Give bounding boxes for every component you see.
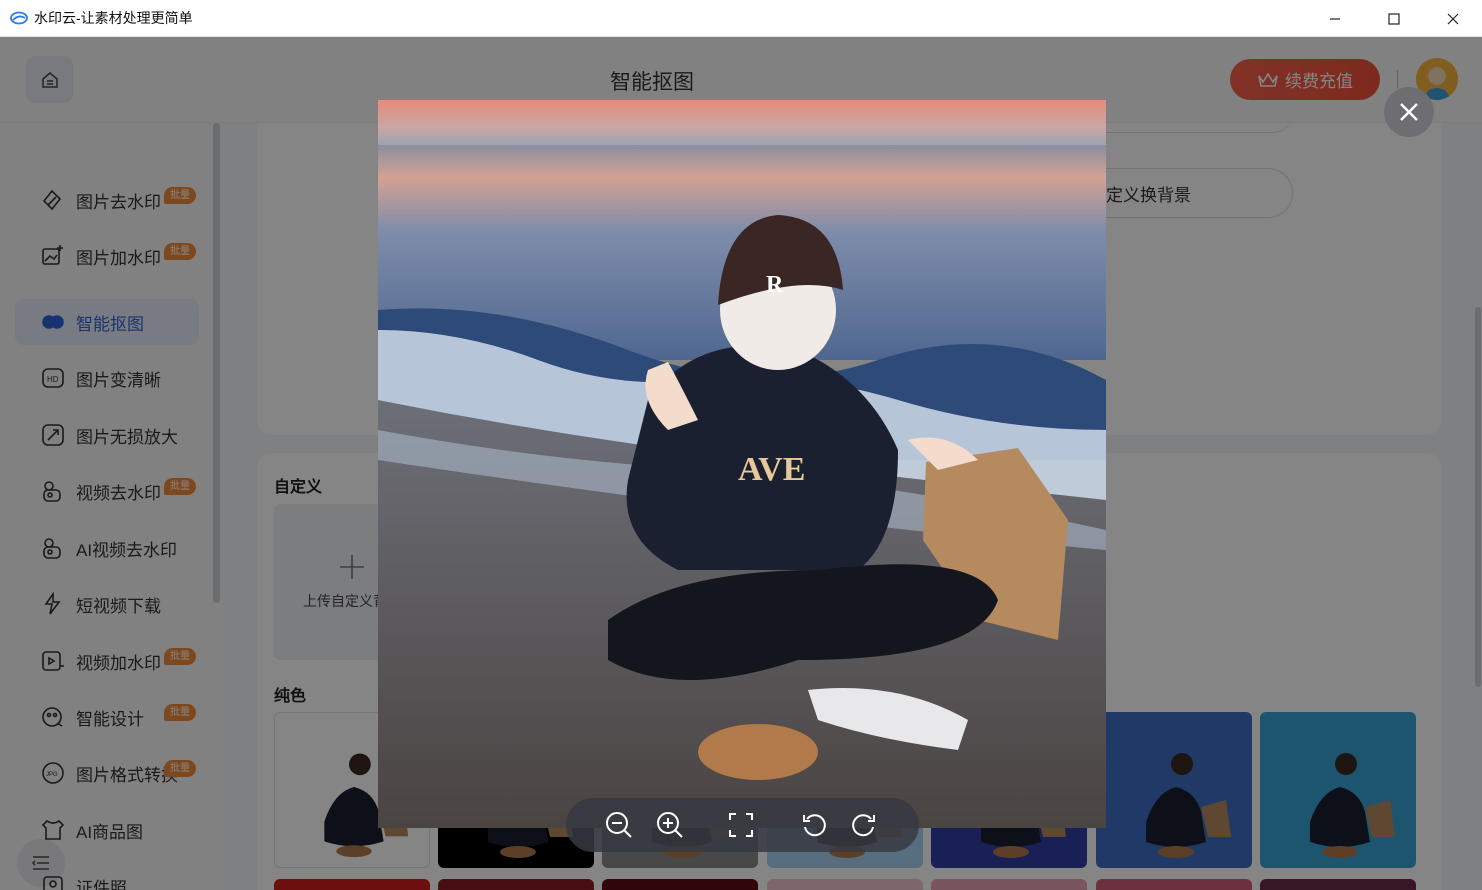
window-title: 水印云-让素材处理更简单 — [34, 10, 193, 26]
app-logo-icon — [10, 11, 28, 25]
close-icon — [1447, 13, 1459, 24]
svg-text:AVE: AVE — [738, 451, 805, 488]
maximize-button[interactable] — [1365, 0, 1423, 37]
zoom-out-icon — [606, 812, 632, 838]
rotate-left-icon — [803, 814, 826, 837]
zoom-in-icon — [657, 812, 683, 838]
preview-image: R AVE — [378, 100, 1106, 828]
zoom-out-button[interactable] — [602, 808, 636, 842]
window-close-button[interactable] — [1424, 0, 1482, 37]
close-icon — [1400, 103, 1418, 121]
fit-screen-button[interactable] — [724, 808, 758, 842]
rotate-right-button[interactable] — [847, 808, 881, 842]
svg-text:R: R — [766, 272, 784, 298]
rotate-left-button[interactable] — [797, 808, 831, 842]
maximize-icon — [1388, 12, 1400, 25]
beach-photo-preview: R AVE — [378, 100, 1106, 828]
fit-screen-icon — [729, 813, 753, 837]
preview-close-button[interactable] — [1384, 87, 1434, 137]
zoom-in-button[interactable] — [653, 808, 687, 842]
minimize-icon — [1330, 17, 1340, 20]
rotate-right-icon — [852, 814, 875, 837]
minimize-button[interactable] — [1306, 0, 1364, 37]
title-bar: 水印云-让素材处理更简单 — [0, 0, 1482, 37]
preview-toolbar — [566, 798, 919, 852]
